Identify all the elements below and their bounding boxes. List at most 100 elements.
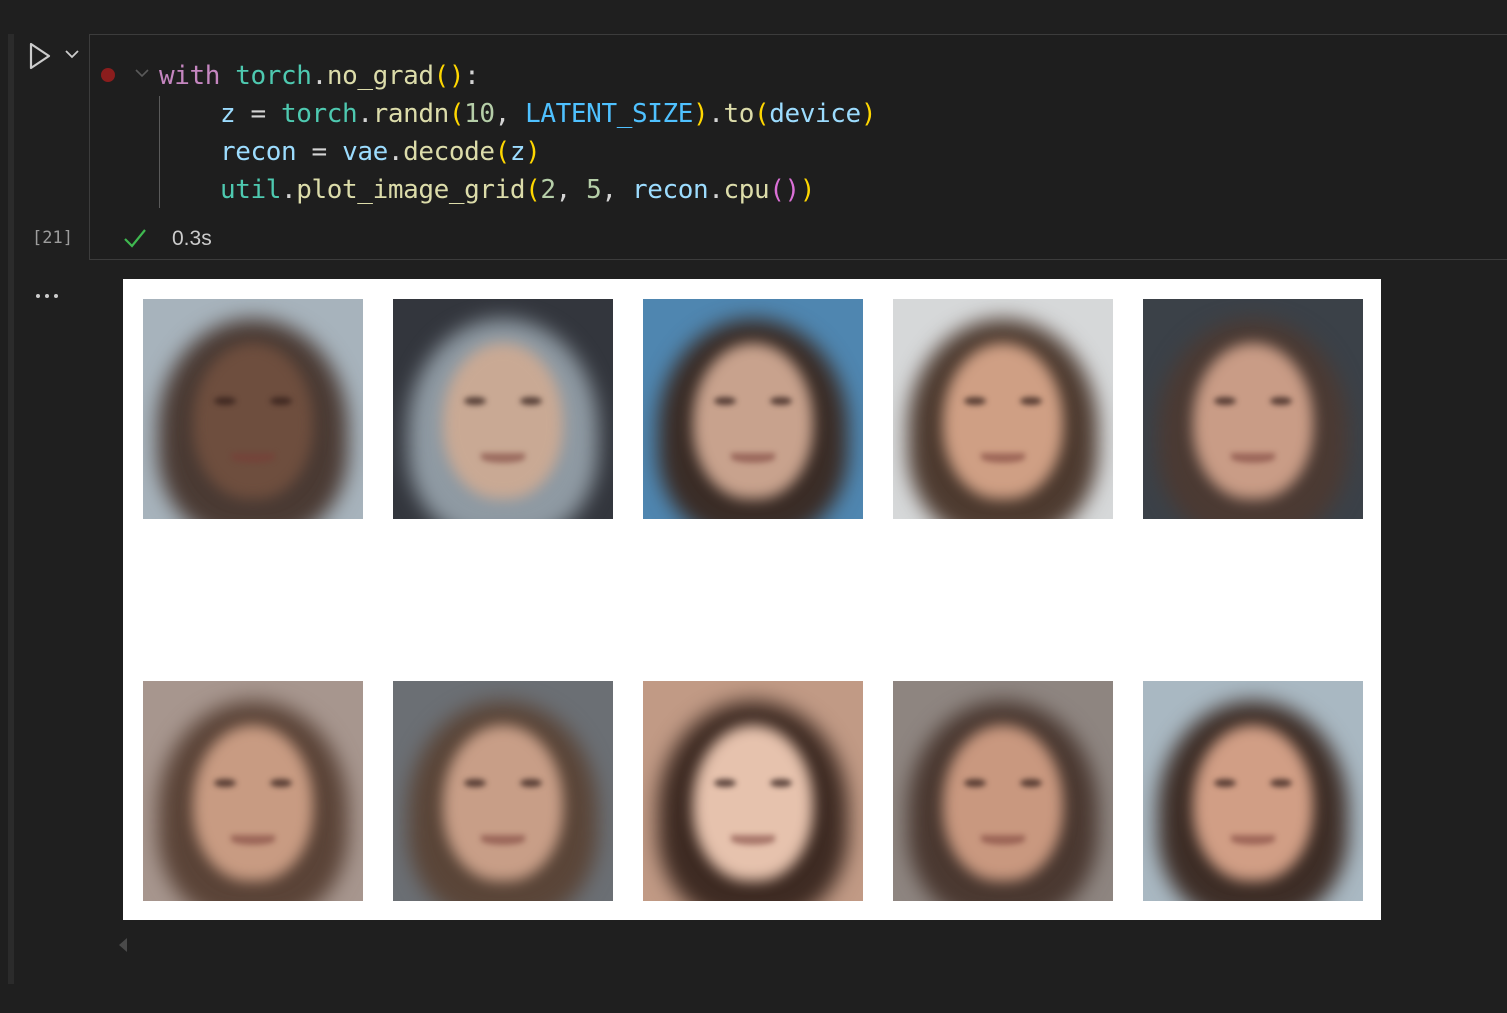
face-eyes — [714, 779, 792, 789]
code-token: . — [357, 99, 373, 129]
code-token: LATENT_SIZE — [525, 99, 693, 129]
code-token: . — [708, 175, 724, 205]
generated-face-image — [143, 299, 363, 519]
face-mouth — [481, 453, 525, 463]
code-token: ) — [860, 99, 877, 129]
face-mouth — [231, 453, 275, 463]
code-token: ) — [799, 175, 816, 205]
face-mouth — [1231, 453, 1275, 463]
face-skin — [693, 725, 813, 881]
code-token: torch — [281, 99, 358, 129]
code-token: . — [281, 175, 297, 205]
checkmark-icon — [124, 229, 146, 248]
more-actions-icon — [36, 294, 58, 298]
generated-face-image — [893, 299, 1113, 519]
code-token: randn — [372, 99, 450, 129]
code-line[interactable]: util.plot_image_grid(2, 5, recon.cpu()) — [159, 171, 876, 209]
code-line[interactable]: z = torch.randn(10, LATENT_SIZE).to(devi… — [159, 95, 876, 133]
generated-face-image — [143, 681, 363, 901]
code-token: , — [601, 175, 632, 205]
code-token: , — [494, 99, 526, 129]
code-token: ( — [754, 99, 770, 129]
code-token: : — [464, 61, 480, 91]
code-token: z — [220, 99, 236, 129]
face-skin — [443, 725, 563, 881]
code-token: 5 — [586, 175, 602, 205]
face-skin — [443, 343, 563, 499]
face-skin — [193, 343, 313, 499]
generated-face-image — [643, 299, 863, 519]
code-token: ( — [494, 137, 511, 167]
code-token: , — [555, 175, 587, 205]
execution-duration: 0.3s — [172, 227, 212, 250]
code-text[interactable]: with torch.no_grad(): z = torch.randn(10… — [159, 57, 876, 209]
face-mouth — [731, 835, 775, 845]
face-skin — [943, 725, 1063, 881]
cell-focus-bar — [8, 34, 14, 984]
output-actions-button[interactable] — [33, 282, 63, 302]
generated-face-image — [393, 299, 613, 519]
face-skin — [943, 343, 1063, 499]
code-token: with — [159, 61, 221, 91]
code-token: = — [296, 137, 343, 167]
face-mouth — [981, 835, 1025, 845]
face-mouth — [731, 453, 775, 463]
face-eyes — [214, 779, 292, 789]
code-token: recon — [220, 137, 297, 167]
face-eyes — [964, 779, 1042, 789]
output-image-grid — [123, 279, 1381, 920]
face-mouth — [481, 835, 525, 845]
run-cell-button[interactable] — [27, 40, 55, 72]
face-mouth — [1231, 835, 1275, 845]
fold-chevron-icon[interactable] — [133, 66, 151, 80]
face-eyes — [714, 397, 792, 407]
code-token: . — [708, 99, 724, 129]
face-skin — [1193, 343, 1313, 499]
code-token: () — [769, 175, 800, 205]
code-token: device — [769, 99, 861, 129]
code-token: ( — [448, 99, 465, 129]
code-token: util — [220, 175, 282, 205]
face-eyes — [1214, 397, 1292, 407]
code-token: 10 — [464, 99, 495, 129]
code-token: z — [509, 137, 526, 167]
face-eyes — [964, 397, 1042, 407]
face-mouth — [981, 453, 1025, 463]
code-line[interactable]: recon = vae.decode(z) — [159, 133, 876, 171]
play-icon — [29, 42, 51, 70]
code-token: cpu — [723, 175, 770, 205]
face-skin — [1193, 725, 1313, 881]
generated-face-image — [893, 681, 1113, 901]
code-token: 2 — [540, 175, 556, 205]
generated-face-image — [1143, 681, 1363, 901]
code-token: vae — [342, 137, 388, 167]
execution-count: [21] — [32, 228, 73, 248]
face-eyes — [464, 779, 542, 789]
face-eyes — [1214, 779, 1292, 789]
code-token: () — [433, 61, 465, 91]
face-skin — [193, 725, 313, 881]
code-token: to — [723, 99, 755, 129]
code-token: plot_image_grid — [296, 175, 526, 205]
generated-face-image — [1143, 299, 1363, 519]
generated-face-image — [643, 681, 863, 901]
code-line[interactable]: with torch.no_grad(): — [159, 57, 876, 95]
breakpoint-icon[interactable] — [101, 68, 115, 82]
code-token: no_grad — [326, 61, 434, 91]
code-token: = — [235, 99, 282, 129]
code-token: recon — [631, 175, 709, 205]
code-token: ( — [525, 175, 541, 205]
code-token: ) — [525, 137, 541, 167]
code-token: . — [311, 61, 328, 91]
code-token: . — [387, 137, 404, 167]
generated-face-image — [393, 681, 613, 901]
run-options-dropdown[interactable] — [62, 44, 82, 64]
chevron-down-icon — [65, 50, 79, 59]
code-token: torch — [235, 61, 312, 91]
code-token: decode — [403, 137, 495, 167]
scroll-left-icon[interactable] — [117, 936, 129, 954]
